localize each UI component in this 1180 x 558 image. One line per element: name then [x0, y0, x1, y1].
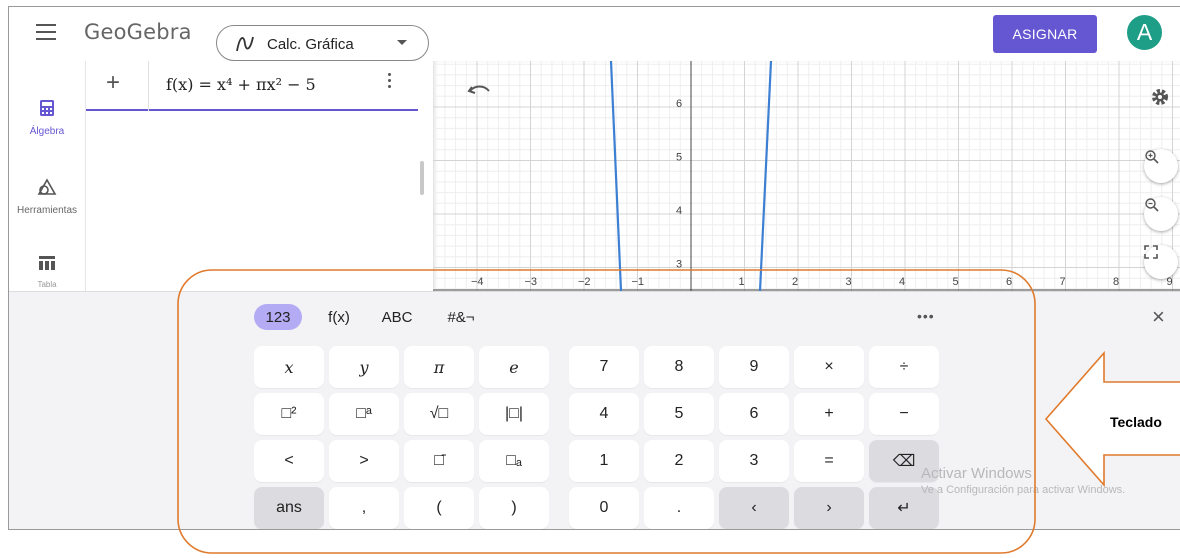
key-left-3-0[interactable]: ans — [254, 487, 324, 529]
zoom-out-button[interactable] — [1144, 197, 1178, 231]
x-tick-label: 8 — [1113, 276, 1119, 288]
x-tick-label: −4 — [471, 276, 484, 288]
key-right-0-1[interactable]: 8 — [644, 346, 714, 388]
y-tick-label: 3 — [676, 259, 682, 271]
keyboard-callout-label: Teclado — [1110, 414, 1162, 430]
key-left-2-3[interactable]: □ₐ — [479, 440, 549, 482]
geogebra-window: GeoGebra Calc. Gráfica ASIGNAR A Álgebra — [8, 6, 1180, 530]
x-tick-label: −1 — [632, 276, 645, 288]
tab-123[interactable]: 123 — [254, 304, 302, 330]
settings-gear-icon[interactable] — [1150, 87, 1170, 107]
windows-activation-watermark: Activar Windows Ve a Configuración para … — [921, 465, 1125, 496]
key-left-0-0[interactable]: x — [254, 346, 324, 388]
geogebra-logo: GeoGebra — [84, 20, 192, 44]
algebra-input-row[interactable]: + f(x) = x⁴ + πx² − 5 — [86, 61, 418, 111]
tab-functions[interactable]: f(x) — [319, 304, 359, 330]
assign-button[interactable]: ASIGNAR — [993, 15, 1097, 53]
key-right-1-3[interactable]: + — [794, 393, 864, 435]
key-right-2-1[interactable]: 2 — [644, 440, 714, 482]
app-selector[interactable]: Calc. Gráfica — [216, 25, 429, 61]
key-right-1-4[interactable]: − — [869, 393, 939, 435]
zoom-in-button[interactable] — [1144, 149, 1178, 183]
more-options-icon[interactable] — [386, 73, 392, 93]
key-right-2-2[interactable]: 3 — [719, 440, 789, 482]
y-tick-label: 6 — [676, 98, 682, 110]
key-left-2-1[interactable]: > — [329, 440, 399, 482]
y-tick-label: 5 — [676, 152, 682, 164]
chevron-down-icon — [397, 40, 407, 45]
key-left-2-2[interactable]: □̄ — [404, 440, 474, 482]
graph-canvas[interactable]: −4 −3 −2 −1 1 2 3 4 5 6 7 8 9 6 5 4 3 — [433, 61, 1180, 291]
x-tick-label: −3 — [525, 276, 538, 288]
fullscreen-icon — [1144, 245, 1158, 259]
x-tick-label: 5 — [953, 276, 959, 288]
key-right-0-0[interactable]: 7 — [569, 346, 639, 388]
key-left-1-3[interactable]: |□| — [479, 393, 549, 435]
avatar[interactable]: A — [1127, 15, 1162, 50]
key-left-1-0[interactable]: □² — [254, 393, 324, 435]
key-right-3-2[interactable]: ‹ — [719, 487, 789, 529]
graphing-calculator-icon — [236, 36, 254, 52]
x-tick-label: 6 — [1006, 276, 1012, 288]
key-left-0-1[interactable]: y — [329, 346, 399, 388]
header: GeoGebra Calc. Gráfica ASIGNAR A — [9, 7, 1180, 61]
key-right-3-0[interactable]: 0 — [569, 487, 639, 529]
key-right-0-4[interactable]: ÷ — [869, 346, 939, 388]
tab-abc[interactable]: ABC — [375, 304, 419, 330]
key-left-3-2[interactable]: ( — [404, 487, 474, 529]
x-tick-label: 7 — [1060, 276, 1066, 288]
side-toolbar: Álgebra Herramientas Tabla — [9, 61, 85, 291]
x-tick-label: −2 — [578, 276, 591, 288]
key-right-0-3[interactable]: × — [794, 346, 864, 388]
x-tick-label: 2 — [792, 276, 798, 288]
x-tick-label: 3 — [846, 276, 852, 288]
more-icon[interactable]: ••• — [917, 308, 935, 324]
x-tick-label: 4 — [899, 276, 905, 288]
add-item-button[interactable]: + — [106, 69, 120, 97]
key-left-3-1[interactable]: , — [329, 487, 399, 529]
hamburger-menu-icon[interactable] — [36, 24, 56, 40]
key-right-1-1[interactable]: 5 — [644, 393, 714, 435]
close-keyboard-icon[interactable]: × — [1152, 304, 1165, 330]
divider — [148, 61, 149, 111]
key-right-1-2[interactable]: 6 — [719, 393, 789, 435]
y-tick-label: 4 — [676, 205, 682, 217]
key-right-3-3[interactable]: › — [794, 487, 864, 529]
key-left-0-3[interactable]: e — [479, 346, 549, 388]
calculator-icon — [40, 100, 54, 116]
function-definition[interactable]: f(x) = x⁴ + πx² − 5 — [166, 75, 316, 94]
scrollbar[interactable] — [420, 161, 424, 195]
key-left-1-2[interactable]: √□ — [404, 393, 474, 435]
sidebar-item-label: Álgebra — [29, 126, 65, 137]
key-right-2-3[interactable]: = — [794, 440, 864, 482]
key-right-1-0[interactable]: 4 — [569, 393, 639, 435]
table-icon — [39, 256, 55, 270]
graphics-view[interactable]: −4 −3 −2 −1 1 2 3 4 5 6 7 8 9 6 5 4 3 — [433, 61, 1180, 291]
sidebar-item-label: Tabla — [37, 280, 57, 289]
sidebar-item-label: Herramientas — [16, 205, 78, 216]
sidebar-item-herramientas[interactable]: Herramientas — [9, 178, 85, 216]
undo-icon[interactable] — [467, 81, 493, 99]
x-tick-label: 1 — [739, 276, 745, 288]
algebra-view: + f(x) = x⁴ + πx² − 5 — [85, 61, 433, 291]
key-left-2-0[interactable]: < — [254, 440, 324, 482]
watermark-title: Activar Windows — [921, 465, 1032, 482]
zoom-out-icon — [1145, 198, 1159, 212]
key-left-0-2[interactable]: π — [404, 346, 474, 388]
fullscreen-button[interactable] — [1144, 245, 1178, 279]
x-tick-label: 9 — [1167, 276, 1173, 288]
key-right-2-0[interactable]: 1 — [569, 440, 639, 482]
app-selector-label: Calc. Gráfica — [267, 36, 354, 53]
zoom-in-icon — [1145, 150, 1159, 164]
key-left-1-1[interactable]: □ᵃ — [329, 393, 399, 435]
key-right-3-1[interactable]: . — [644, 487, 714, 529]
shapes-icon — [37, 178, 57, 195]
sidebar-item-algebra[interactable]: Álgebra — [9, 99, 85, 137]
watermark-subtitle: Ve a Configuración para activar Windows. — [921, 484, 1126, 496]
key-right-0-2[interactable]: 9 — [719, 346, 789, 388]
sidebar-item-tabla[interactable]: Tabla — [9, 255, 85, 289]
tab-symbols[interactable]: #&¬ — [439, 304, 483, 330]
key-left-3-3[interactable]: ) — [479, 487, 549, 529]
